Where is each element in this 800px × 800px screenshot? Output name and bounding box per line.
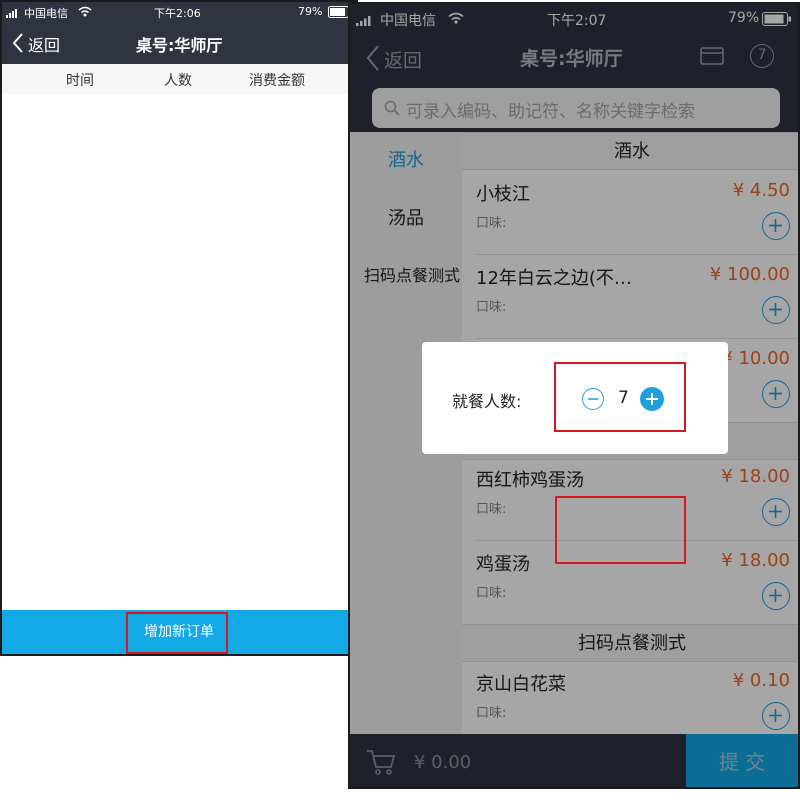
wifi-icon xyxy=(78,6,92,20)
back-button[interactable]: 返回 xyxy=(12,30,72,56)
column-header-time: 时间 xyxy=(66,73,94,89)
left-phone-screen: 中国电信 下午2:06 79% 返回 桌号:华师厅 时间 人数 消费金额 增加新… xyxy=(0,0,358,656)
order-table-header: 时间 人数 消费金额 xyxy=(2,64,356,94)
highlight-add-order xyxy=(126,612,228,654)
highlight-empty-area xyxy=(555,496,686,564)
page-title: 桌号:华师厅 xyxy=(136,36,223,55)
column-header-people: 人数 xyxy=(164,73,192,89)
carrier-label: 中国电信 xyxy=(24,7,68,20)
column-header-amount: 消费金额 xyxy=(249,73,305,89)
back-label: 返回 xyxy=(28,36,61,55)
highlight-guest-stepper xyxy=(554,362,686,432)
chevron-left-icon xyxy=(12,32,24,58)
signal-icon xyxy=(6,8,22,18)
battery-percent: 79% xyxy=(298,5,323,18)
nav-bar: 返回 桌号:华师厅 xyxy=(2,22,356,64)
status-bar: 中国电信 下午2:06 79% xyxy=(2,2,356,22)
guest-count-label: 就餐人数: xyxy=(452,392,522,411)
status-time: 下午2:06 xyxy=(154,7,201,20)
